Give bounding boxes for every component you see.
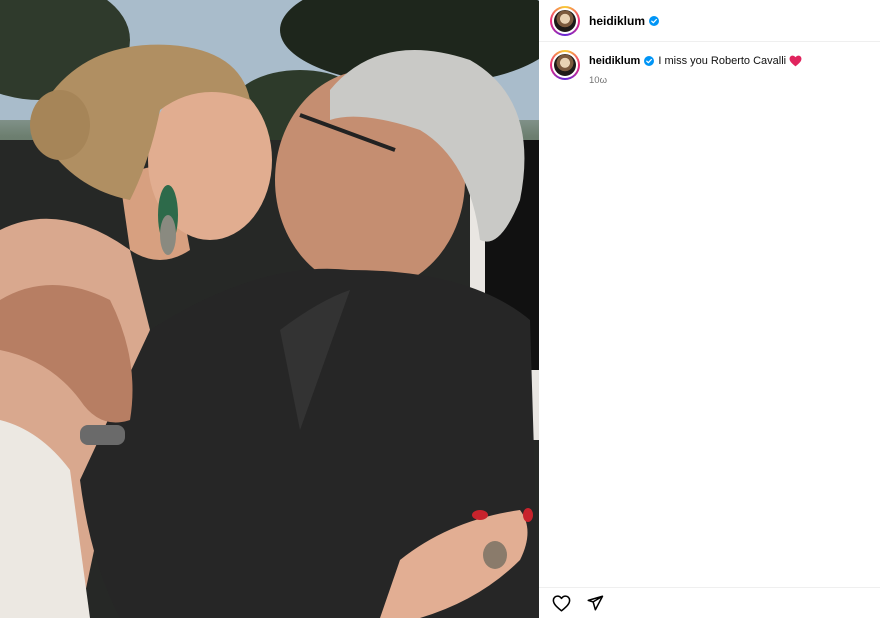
verified-badge-icon [649,15,660,26]
post-timestamp[interactable]: 10ω [589,74,802,88]
paper-plane-icon [587,595,604,611]
post-photo[interactable] [0,0,539,618]
action-bar [539,587,880,618]
red-heart-icon [789,55,802,67]
caption: heidiklum I miss you Roberto Cavalli 10ω [550,50,870,88]
caption-body: I miss you Roberto Cavalli [658,55,787,67]
avatar[interactable] [550,5,580,36]
header-username[interactable]: heidiklum [589,14,645,28]
verified-badge-icon [644,56,655,66]
avatar-image [554,9,576,32]
like-button[interactable] [551,593,571,613]
heart-outline-icon [552,594,570,612]
share-button[interactable] [585,593,605,613]
photo-illustration [0,0,539,618]
post-details-panel: heidiklum heidiklum I miss you Roberto C… [539,0,880,618]
caption-username[interactable]: heidiklum [589,54,640,68]
caption-text-block: heidiklum I miss you Roberto Cavalli 10ω [589,50,802,88]
caption-avatar[interactable] [550,50,580,80]
post-header: heidiklum [539,0,880,42]
caption-avatar-image [554,54,576,76]
